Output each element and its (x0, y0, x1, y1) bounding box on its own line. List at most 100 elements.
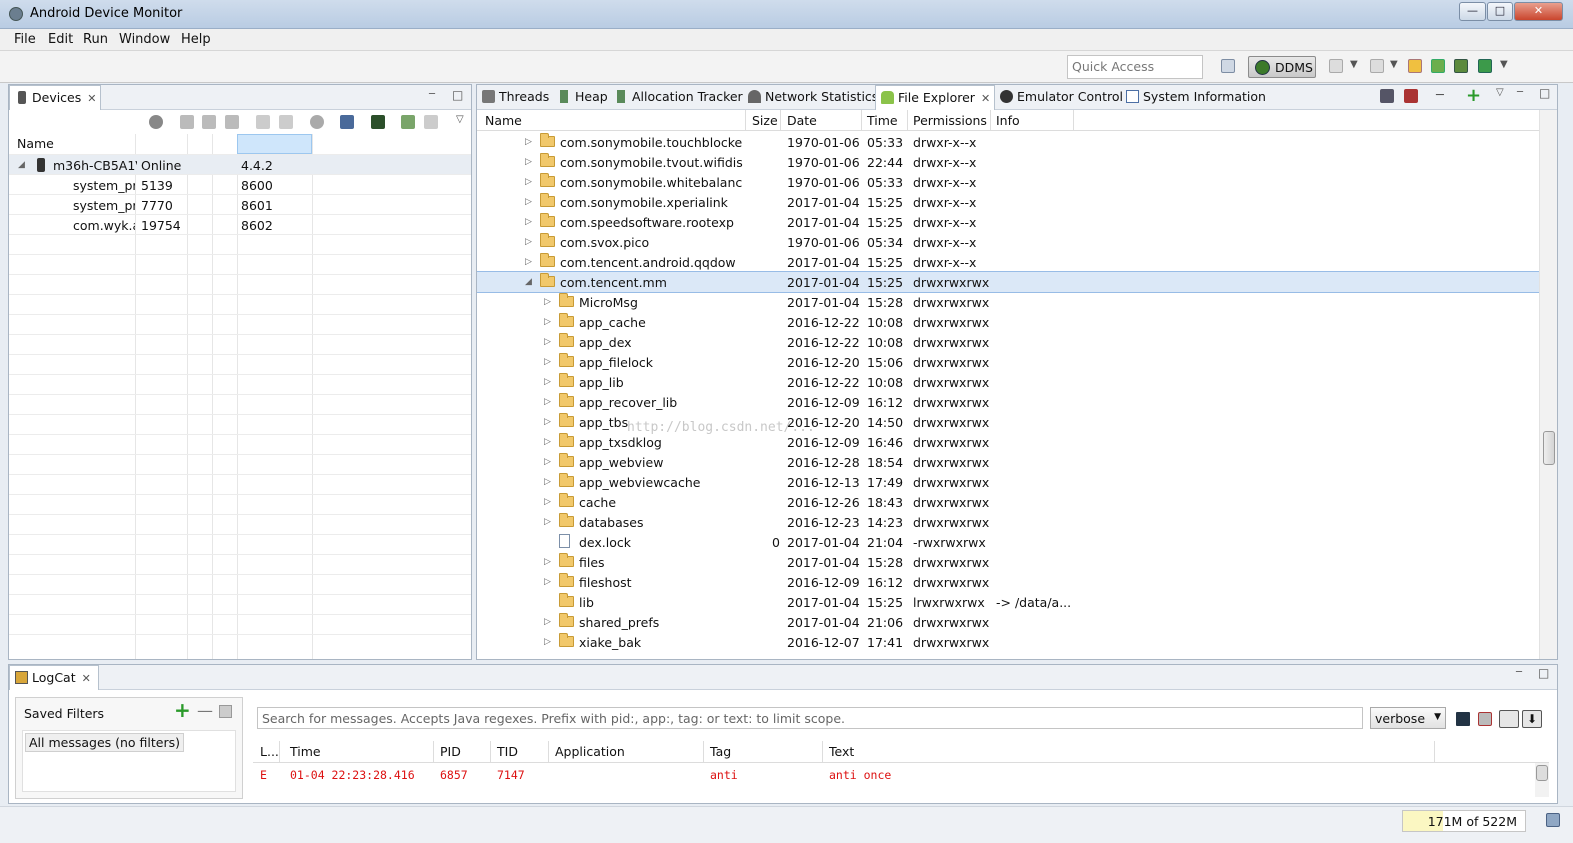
tab-network-statistics[interactable]: Network Statistics (743, 85, 878, 110)
trash-icon[interactable] (225, 115, 239, 129)
chevron-down-icon[interactable]: ▼ (1390, 59, 1398, 70)
method-profiling-icon[interactable] (279, 115, 293, 129)
quick-access-input[interactable]: Quick Access (1067, 55, 1203, 79)
save-icon[interactable] (1456, 712, 1470, 726)
column-tid[interactable]: TID (497, 744, 518, 759)
folder-row[interactable]: ▷ app_recover_lib 2016-12-09 16:12 drwxrwxrw… (477, 392, 1539, 412)
log-level-select[interactable]: verbose ▼ (1370, 707, 1446, 729)
column-text[interactable]: Text (829, 744, 854, 759)
scroll-lock-icon[interactable]: ⬇ (1522, 710, 1542, 728)
menu-help[interactable]: Help (181, 32, 211, 47)
folder-row[interactable]: ▷ files 2017-01-04 15:28 drwxrwxrwx (477, 552, 1539, 572)
collapse-icon[interactable]: ◢ (525, 277, 532, 287)
close-icon[interactable]: ✕ (82, 672, 91, 685)
maximize-view-icon[interactable]: □ (452, 88, 463, 102)
column-time[interactable]: Time (867, 113, 898, 128)
folder-row[interactable]: ▷ databases 2016-12-23 14:23 drwxrwxrwx (477, 512, 1539, 532)
ddms-perspective-button[interactable]: DDMS (1248, 56, 1316, 78)
column-name[interactable]: Name (17, 136, 54, 151)
minimize-view-icon[interactable]: ─ (1517, 87, 1523, 98)
column-permissions[interactable]: Permissions (913, 113, 987, 128)
open-perspective-icon[interactable] (1221, 59, 1235, 73)
heap-status[interactable]: 171M of 522M (1402, 810, 1526, 832)
expand-icon[interactable]: ▷ (544, 337, 551, 347)
tab-devices[interactable]: Devices ✕ (9, 85, 101, 110)
garbage-collect-icon[interactable] (1546, 813, 1560, 827)
chevron-down-icon[interactable]: ▼ (1350, 59, 1358, 70)
folder-row[interactable]: ▷ com.sonymobile.whitebalanc 1970-01-06 05:… (477, 172, 1539, 192)
folder-row[interactable]: ▷ MicroMsg 2017-01-04 15:28 drwxrwxrwx (477, 292, 1539, 312)
chevron-down-icon[interactable]: ▼ (1500, 59, 1508, 70)
logcat-search-input[interactable]: Search for messages. Accepts Java regexe… (257, 707, 1363, 729)
expand-icon[interactable]: ▷ (544, 297, 551, 307)
expand-icon[interactable]: ▷ (544, 637, 551, 647)
folder-row[interactable]: lib 2017-01-04 15:25 lrwxrwxrwx -> /data/a..… (477, 592, 1539, 612)
tab-file-explorer[interactable]: File Explorer ✕ (875, 85, 995, 110)
folder-row[interactable]: ▷ cache 2016-12-26 18:43 drwxrwxrwx (477, 492, 1539, 512)
folder-row[interactable]: ▷ app_dex 2016-12-22 10:08 drwxrwxrwx (477, 332, 1539, 352)
column-application[interactable]: Application (555, 744, 625, 759)
expand-icon[interactable]: ▷ (525, 137, 532, 147)
menu-edit[interactable]: Edit (48, 32, 73, 47)
expand-icon[interactable]: ▷ (544, 617, 551, 627)
expand-icon[interactable]: ▷ (544, 437, 551, 447)
expand-icon[interactable]: ▷ (544, 377, 551, 387)
folder-row[interactable]: ▷ com.svox.pico 1970-01-06 05:34 drwxr-x--x (477, 232, 1539, 252)
log-scroll-thumb[interactable] (1536, 765, 1548, 781)
systrace-icon[interactable] (371, 115, 385, 129)
push-file-icon[interactable] (1404, 89, 1418, 103)
process-row[interactable]: system_prc 7770 8601 (9, 195, 471, 215)
folder-row[interactable]: ▷ app_txsdklog 2016-12-09 16:46 drwxrwxrwx (477, 432, 1539, 452)
column-tag[interactable]: Tag (710, 744, 731, 759)
expand-icon[interactable]: ◢ (18, 160, 25, 170)
update-threads-icon[interactable] (256, 115, 270, 129)
vertical-scrollbar[interactable] (1539, 110, 1557, 659)
column-size[interactable]: Size (752, 113, 778, 128)
maximize-button[interactable]: □ (1487, 2, 1513, 21)
edit-filter-icon[interactable] (219, 705, 232, 718)
screen-capture-icon[interactable] (340, 115, 354, 129)
download-icon[interactable] (1431, 59, 1445, 73)
column-date[interactable]: Date (787, 113, 817, 128)
folder-row[interactable]: ▷ app_cache 2016-12-22 10:08 drwxrwxrwx (477, 312, 1539, 332)
navigate-icon[interactable] (1408, 59, 1422, 73)
expand-icon[interactable]: ▷ (525, 217, 532, 227)
folder-row[interactable]: ▷ app_webviewcache 2016-12-13 17:49 drwxrwxr… (477, 472, 1539, 492)
folder-row[interactable]: ◢ com.tencent.mm 2017-01-04 15:25 drwxrwxrwx (477, 271, 1539, 293)
close-icon[interactable]: ✕ (87, 92, 96, 105)
log-scrollbar[interactable] (1535, 763, 1549, 797)
expand-icon[interactable]: ▷ (525, 177, 532, 187)
expand-icon[interactable]: ▷ (544, 457, 551, 467)
process-row[interactable]: com.wyk.ac 19754 8602 (9, 215, 471, 235)
toggle-panel-icon[interactable] (1499, 710, 1519, 728)
device-icon[interactable] (1454, 59, 1468, 73)
expand-icon[interactable]: ▷ (544, 477, 551, 487)
expand-icon[interactable]: ▷ (544, 557, 551, 567)
expand-icon[interactable]: ▷ (544, 417, 551, 427)
minimize-button[interactable]: — (1459, 2, 1486, 21)
update-heap-icon[interactable] (180, 115, 194, 129)
expand-icon[interactable]: ▷ (544, 357, 551, 367)
close-button[interactable]: ✕ (1514, 2, 1563, 21)
expand-icon[interactable]: ▷ (525, 197, 532, 207)
update-heap-icon[interactable] (1370, 59, 1384, 73)
maximize-view-icon[interactable]: □ (1538, 666, 1549, 680)
stop-icon[interactable] (310, 115, 324, 129)
column-time[interactable]: Time (290, 744, 321, 759)
expand-icon[interactable]: ▷ (544, 317, 551, 327)
scroll-thumb[interactable] (1543, 431, 1555, 465)
folder-row[interactable]: ▷ com.sonymobile.xperialink 2017-01-04 15:2… (477, 192, 1539, 212)
expand-icon[interactable]: ▷ (544, 577, 551, 587)
minimize-view-icon[interactable]: ─ (1516, 667, 1522, 678)
column-name[interactable]: Name (485, 113, 522, 128)
column-level[interactable]: L... (260, 744, 279, 759)
expand-icon[interactable]: ▷ (544, 497, 551, 507)
column-header-selected[interactable] (237, 134, 312, 154)
chevron-down-icon[interactable]: ▽ (1496, 87, 1504, 98)
update-threads-icon[interactable] (1329, 59, 1343, 73)
log-entry-row[interactable]: E 01-04 22:23:28.416 6857 7147 anti anti… (253, 765, 1549, 785)
expand-icon[interactable]: ▷ (544, 397, 551, 407)
dump-view-icon[interactable] (424, 115, 438, 129)
folder-row[interactable]: ▷ com.speedsoftware.rootexp 2017-01-04 15:2… (477, 212, 1539, 232)
process-row[interactable]: system_prc 5139 8600 (9, 175, 471, 195)
